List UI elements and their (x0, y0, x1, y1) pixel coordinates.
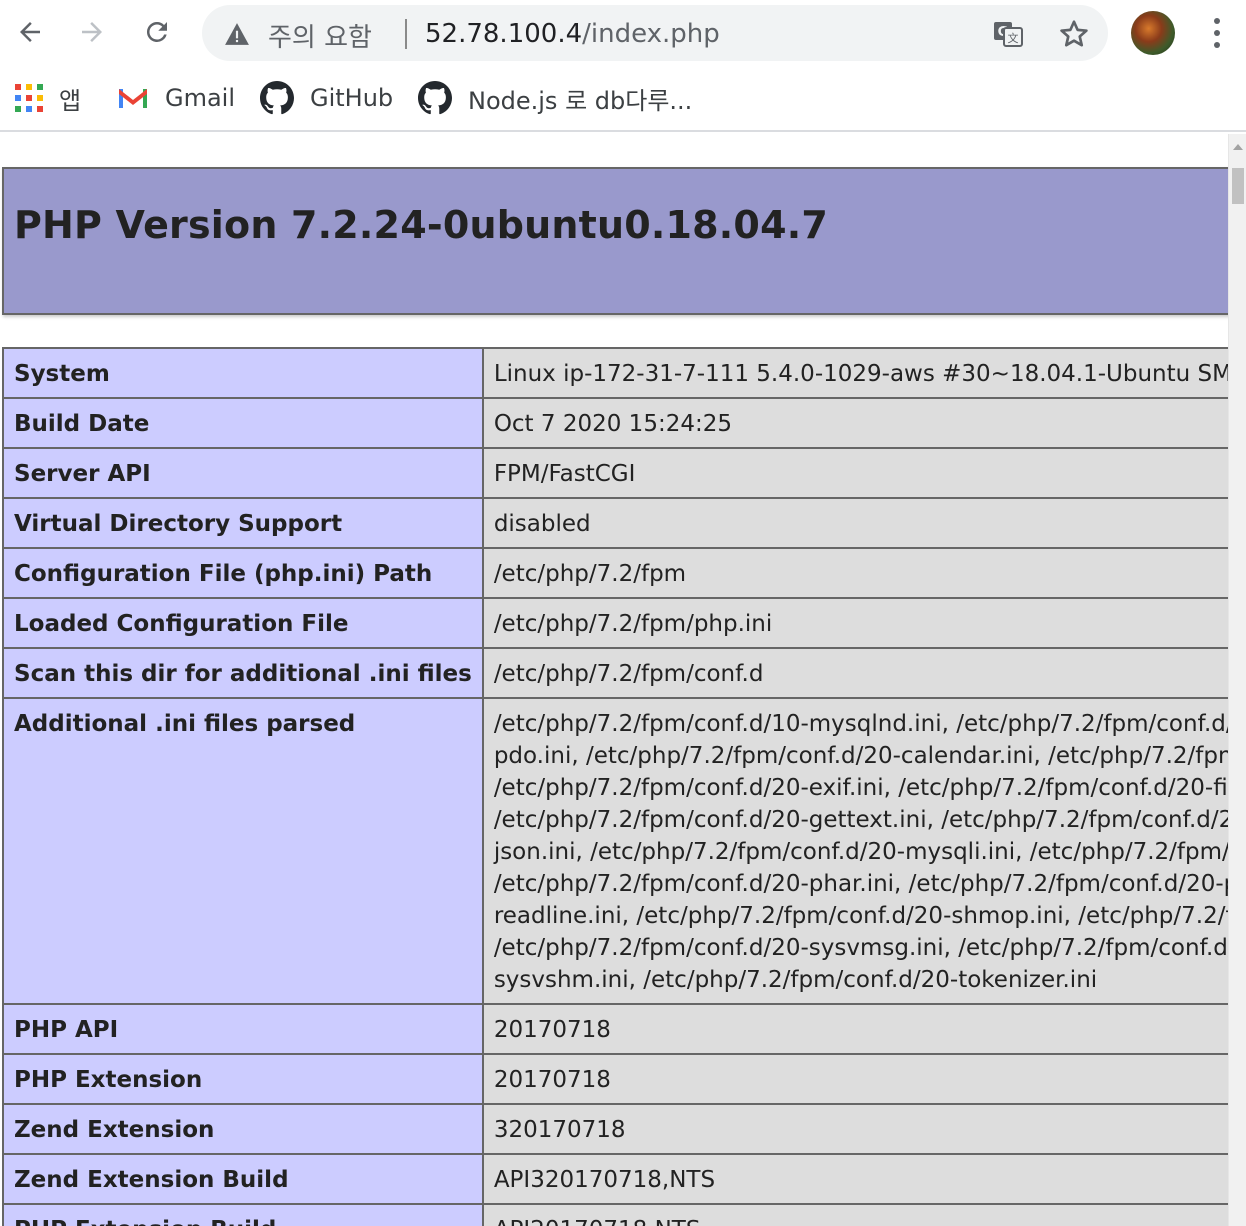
table-row: Scan this dir for additional .ini files /… (2, 647, 1228, 699)
url-path: /index.php (582, 19, 720, 49)
bookmark-label: Gmail (165, 84, 236, 112)
bookmark-apps[interactable]: 앱 (15, 80, 81, 116)
bookmark-label: Node.js 로 db다루... (468, 86, 693, 115)
row-label: Build Date (2, 397, 484, 449)
row-label: Additional .ini files parsed (2, 697, 484, 1005)
row-label: Scan this dir for additional .ini files (2, 647, 484, 699)
row-value: /etc/php/7.2/fpm/php.ini (481, 597, 1228, 649)
scrollbar-thumb[interactable] (1232, 168, 1244, 204)
row-value: API20170718,NTS (481, 1203, 1228, 1226)
scroll-up-arrow-icon[interactable] (1233, 144, 1243, 150)
table-row: Loaded Configuration File/etc/php/7.2/fp… (2, 597, 1228, 649)
table-row: PHP Extension BuildAPI20170718,NTS (2, 1203, 1228, 1226)
row-label: Zend Extension Build (2, 1153, 484, 1205)
row-label: PHP API (2, 1003, 484, 1055)
row-label: Zend Extension (2, 1103, 484, 1155)
svg-text:文: 文 (1008, 31, 1019, 45)
ini-file-line: /etc/php/7.2/fpm/conf.d/10-mysqlnd.ini, … (493, 711, 1228, 737)
ini-file-line: pdo.ini, /etc/php/7.2/fpm/conf.d/20-cale… (493, 743, 1228, 769)
back-arrow-icon[interactable] (12, 14, 48, 50)
ini-file-line: /etc/php/7.2/fpm/conf.d/20-gettext.ini, … (493, 807, 1228, 833)
table-row: Configuration File (php.ini) Path/etc/ph… (2, 547, 1228, 599)
row-label: System (2, 347, 484, 399)
reload-icon[interactable] (139, 14, 175, 50)
row-value: 20170718 (481, 1003, 1228, 1055)
ini-file-line: json.ini, /etc/php/7.2/fpm/conf.d/20-mys… (493, 839, 1228, 865)
github-icon (260, 81, 294, 115)
gmail-icon (119, 89, 147, 108)
row-value: API320170718,NTS (481, 1153, 1228, 1205)
ini-file-line: /etc/php/7.2/fpm/conf.d/20-exif.ini, /et… (493, 775, 1228, 801)
row-value: /etc/php/7.2/fpm/conf.d (481, 647, 1228, 699)
table-row: Additional .ini files parsed/etc/php/7.2… (2, 697, 1228, 1005)
url-host: 52.78.100.4 (425, 19, 583, 49)
bookmark-github[interactable]: GitHub (260, 80, 393, 116)
php-info-table: System Linux ip-172-31-7-111 5.4.0-1029-a… (2, 347, 1228, 1226)
row-label: PHP Extension Build (2, 1203, 484, 1226)
ini-file-line: sysvshm.ini, /etc/php/7.2/fpm/conf.d/20-… (493, 967, 1098, 993)
url-text[interactable]: 52.78.100.4/index.php (425, 19, 720, 49)
table-row: PHP API 20170718 (2, 1003, 1228, 1055)
translate-icon[interactable]: G 文 (992, 18, 1024, 50)
table-row: Build Date Oct 7 2020 15:24:25 (2, 397, 1228, 449)
menu-kebab-icon[interactable] (1200, 14, 1234, 52)
row-value: 320170718 (481, 1103, 1228, 1155)
php-version-header: PHP Version 7.2.24-0ubuntu0.18.04.7 (2, 167, 1228, 315)
bookmarks-bar: 앱 Gmail GitHub Node.js 로 db다루... (0, 66, 1246, 132)
bookmark-label: 앱 (59, 86, 82, 115)
apps-grid-icon (15, 84, 43, 112)
table-row: Server API FPM/FastCGI (2, 447, 1228, 499)
bookmark-nodejs-db[interactable]: Node.js 로 db다루... (418, 80, 692, 116)
table-row: Zend Extension Build API320170718,NTS (2, 1153, 1228, 1205)
row-label: Server API (2, 447, 484, 499)
row-label: Virtual Directory Support (2, 497, 484, 549)
row-value: /etc/php/7.2/fpm/conf.d/10-mysqlnd.ini, … (481, 697, 1228, 1005)
warning-icon[interactable] (224, 22, 250, 46)
ini-file-line: /etc/php/7.2/fpm/conf.d/20-sysvmsg.ini, … (493, 935, 1228, 961)
table-row: Zend Extension 320170718 (2, 1103, 1228, 1155)
table-row: System Linux ip-172-31-7-111 5.4.0-1029-a… (2, 347, 1228, 399)
star-icon[interactable] (1058, 18, 1090, 50)
table-row: PHP Extension 20170718 (2, 1053, 1228, 1105)
row-value: 20170718 (481, 1053, 1228, 1105)
row-value: Oct 7 2020 15:24:25 (481, 397, 1228, 449)
page-title: PHP Version 7.2.24-0ubuntu0.18.04.7 (14, 203, 828, 247)
browser-toolbar: 주의 요함 52.78.100.4/index.php G 文 (0, 0, 1246, 66)
row-value: /etc/php/7.2/fpm (481, 547, 1228, 599)
row-value: disabled (481, 497, 1228, 549)
page-viewport: PHP Version 7.2.24-0ubuntu0.18.04.7 Syst… (0, 134, 1228, 1226)
row-label: Configuration File (php.ini) Path (2, 547, 484, 599)
profile-avatar[interactable] (1131, 11, 1175, 55)
ini-file-line: /etc/php/7.2/fpm/conf.d/20-phar.ini, /et… (493, 871, 1228, 897)
row-label: PHP Extension (2, 1053, 484, 1105)
security-status-label[interactable]: 주의 요함 (268, 17, 372, 54)
row-value: FPM/FastCGI (481, 447, 1228, 499)
bookmark-label: GitHub (310, 84, 394, 112)
github-icon (418, 81, 452, 115)
forward-arrow-icon[interactable] (74, 14, 110, 50)
address-bar[interactable]: 주의 요함 52.78.100.4/index.php G 文 (202, 5, 1108, 61)
row-value: Linux ip-172-31-7-111 5.4.0-1029-aws #30… (481, 347, 1228, 399)
vertical-scrollbar[interactable] (1228, 134, 1246, 1226)
address-separator (405, 19, 407, 49)
row-label: Loaded Configuration File (2, 597, 484, 649)
bookmark-gmail[interactable]: Gmail (117, 80, 235, 116)
table-row: Virtual Directory Support disabled (2, 497, 1228, 549)
ini-file-line: readline.ini, /etc/php/7.2/fpm/conf.d/20… (493, 903, 1228, 929)
